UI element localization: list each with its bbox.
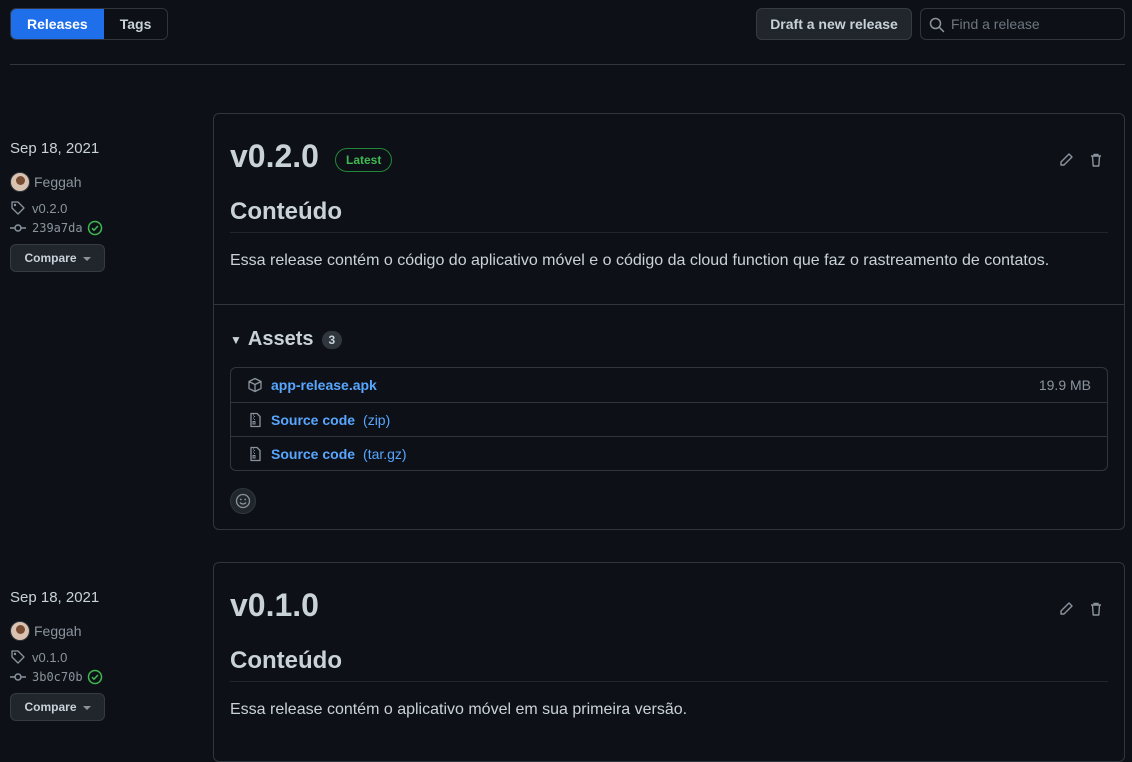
commit-hash[interactable]: 3b0c70b [32,670,83,684]
draft-new-release-button[interactable]: Draft a new release [756,8,912,40]
release-commit[interactable]: 239a7da [10,220,190,236]
tag-label[interactable]: v0.1.0 [32,650,67,665]
author-name[interactable]: Feggah [34,623,81,639]
release-card: v0.2.0 Latest Conteúdo Essa release cont… [213,113,1125,530]
trash-icon [1091,602,1101,616]
release-version-title[interactable]: v0.2.0 [230,138,319,175]
delete-release-button[interactable] [1088,601,1104,620]
release-meta: Sep 18, 2021 Feggah v0.2.0 239a7da Compa… [10,140,190,272]
pencil-icon [1060,153,1073,166]
commit-icon [10,224,26,232]
avatar [10,621,30,641]
release-author[interactable]: Feggah [10,621,190,641]
release-notes-text: Essa release contém o aplicativo móvel e… [230,701,688,718]
tag-icon [11,650,25,664]
assets-list: app-release.apk 19.9 MB Source code (zip… [230,367,1108,471]
release-tag[interactable]: v0.1.0 [10,649,190,665]
asset-link[interactable]: Source code [271,412,355,428]
asset-link[interactable]: app-release.apk [271,377,377,393]
release-date: Sep 18, 2021 [10,140,100,157]
tab-tags[interactable]: Tags [103,9,168,39]
compare-label: Compare [24,251,77,265]
releases-tags-toggle: Releases Tags [10,8,169,40]
release-actions [1058,152,1104,171]
compare-button[interactable]: Compare [10,244,105,272]
header-divider [10,64,1125,65]
latest-badge: Latest [335,148,393,172]
find-release-search[interactable] [920,8,1125,40]
check-circle-icon [87,220,102,236]
edit-release-button[interactable] [1058,601,1074,620]
file-zip-icon [250,412,261,427]
commit-icon [10,673,26,681]
assets-toggle[interactable]: ▼ Assets 3 [230,328,343,351]
release-card: v0.1.0 Conteúdo Essa release contém o ap… [213,562,1125,762]
trash-icon [1091,153,1101,167]
card-divider [214,304,1124,305]
release-notes-heading: Conteúdo [230,198,1108,233]
author-name[interactable]: Feggah [34,174,81,190]
release-author[interactable]: Feggah [10,172,190,192]
file-zip-icon [250,446,261,461]
package-icon [248,377,262,393]
asset-size: 19.9 MB [1038,377,1091,393]
asset-row: Source code (tar.gz) [231,436,1107,470]
asset-format[interactable]: (tar.gz) [363,446,407,462]
check-circle-icon [87,669,102,685]
chevron-down-icon [82,256,91,261]
asset-link[interactable]: Source code [271,446,355,462]
release-tag[interactable]: v0.2.0 [10,200,190,216]
asset-format[interactable]: (zip) [363,412,390,428]
search-icon [929,17,945,33]
pencil-icon [1060,602,1073,615]
search-input[interactable] [951,9,1121,39]
compare-button[interactable]: Compare [10,693,105,721]
tag-label[interactable]: v0.2.0 [32,201,67,216]
compare-label: Compare [24,700,77,714]
release-version-title[interactable]: v0.1.0 [230,587,319,624]
smiley-icon [235,493,251,509]
triangle-down-icon: ▼ [230,332,242,347]
commit-hash[interactable]: 239a7da [32,221,83,235]
assets-count-badge: 3 [321,330,343,349]
asset-row: Source code (zip) [231,402,1107,436]
release-commit[interactable]: 3b0c70b [10,669,190,685]
edit-release-button[interactable] [1058,152,1074,171]
release-notes-text: Essa release contém o código do aplicati… [230,252,1050,269]
releases-toolbar: Releases Tags Draft a new release [10,8,1125,40]
asset-row: app-release.apk 19.9 MB [231,368,1107,402]
add-reaction-button[interactable] [230,488,256,514]
release-date: Sep 18, 2021 [10,589,100,606]
avatar [10,172,30,192]
release-actions [1058,601,1104,620]
tag-icon [11,201,25,215]
delete-release-button[interactable] [1088,152,1104,171]
tab-releases[interactable]: Releases [11,9,104,39]
release-notes-heading: Conteúdo [230,647,1108,682]
chevron-down-icon [82,705,91,710]
assets-label: Assets [247,328,314,350]
release-meta: Sep 18, 2021 Feggah v0.1.0 3b0c70b Compa… [10,589,190,721]
